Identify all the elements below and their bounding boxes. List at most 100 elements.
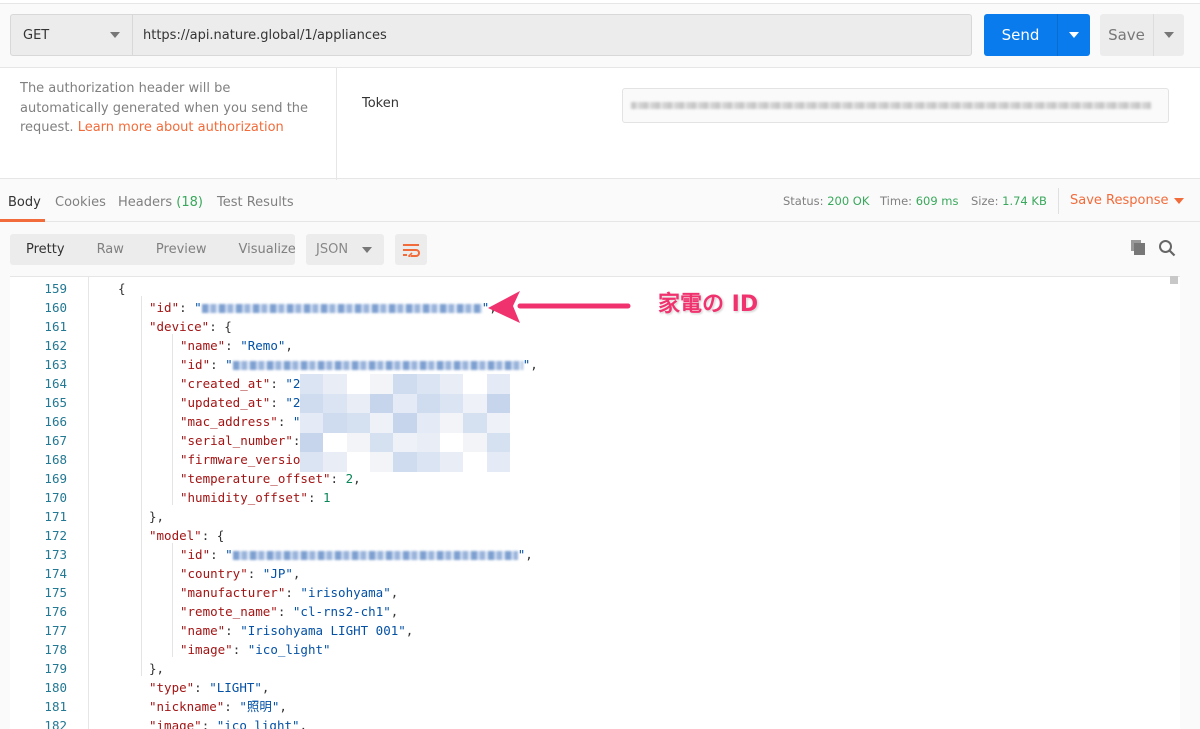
save-options-button[interactable] bbox=[1154, 14, 1184, 56]
json-punctuation: , bbox=[285, 338, 293, 353]
code-text: "device": { bbox=[149, 317, 232, 336]
format-pretty[interactable]: Pretty bbox=[10, 242, 81, 257]
tab-headers[interactable]: Headers (18) bbox=[118, 195, 203, 210]
format-preview[interactable]: Preview bbox=[140, 242, 223, 257]
code-line: 174 "country": "JP", bbox=[10, 564, 1170, 583]
send-button[interactable]: Send bbox=[984, 14, 1090, 56]
code-text: "created_at": "2 bbox=[180, 374, 300, 393]
json-punctuation: : bbox=[307, 490, 323, 505]
code-line: 169 "temperature_offset": 2, bbox=[10, 469, 1170, 488]
json-punctuation: { bbox=[118, 281, 126, 296]
code-text: "serial_number": bbox=[180, 431, 300, 450]
save-response-button[interactable]: Save Response bbox=[1070, 193, 1185, 208]
code-text: "name": "Remo", bbox=[180, 336, 293, 355]
request-tab-strip[interactable] bbox=[0, 0, 1200, 4]
tab-body[interactable]: Body bbox=[8, 195, 41, 210]
editor-actions bbox=[1130, 239, 1176, 257]
method-select[interactable]: GET bbox=[11, 15, 133, 55]
send-label[interactable]: Send bbox=[984, 14, 1058, 56]
json-string: "ico_light" bbox=[247, 642, 331, 657]
auth-description: The authorization header will be automat… bbox=[20, 79, 310, 138]
url-input[interactable]: https://api.nature.global/1/appliances bbox=[133, 15, 971, 55]
mosaic-cell bbox=[486, 432, 510, 453]
format-raw[interactable]: Raw bbox=[81, 242, 140, 257]
method-label: GET bbox=[23, 27, 50, 43]
json-string: " bbox=[194, 300, 202, 315]
mosaic-cell bbox=[323, 452, 347, 472]
mosaic-cell bbox=[323, 393, 347, 414]
json-string: " bbox=[225, 547, 233, 562]
mosaic-cell bbox=[486, 374, 510, 394]
code-text: }, bbox=[149, 659, 164, 678]
code-line: 176 "remote_name": "cl-rns2-ch1", bbox=[10, 602, 1170, 621]
json-key: "device" bbox=[149, 319, 210, 334]
json-key: "model" bbox=[149, 528, 202, 543]
json-punctuation: }, bbox=[149, 661, 165, 676]
chevron-down-icon bbox=[1174, 198, 1185, 204]
code-text: "humidity_offset": 1 bbox=[180, 488, 331, 507]
json-string: "LIGHT" bbox=[209, 680, 262, 695]
save-label[interactable]: Save bbox=[1100, 14, 1154, 56]
code-text: "image": "ico_light", bbox=[149, 716, 307, 729]
copy-icon[interactable] bbox=[1130, 239, 1146, 255]
size: Size: 1.74 KB bbox=[971, 194, 1047, 208]
json-key: "id" bbox=[149, 300, 180, 315]
mosaic-cell bbox=[463, 452, 487, 472]
json-key: "image" bbox=[149, 718, 202, 729]
wrap-lines-button[interactable] bbox=[395, 234, 427, 265]
redacted-value bbox=[232, 361, 523, 370]
tab-cookies[interactable]: Cookies bbox=[55, 195, 106, 210]
token-input[interactable] bbox=[622, 88, 1169, 123]
json-key: "country" bbox=[180, 566, 248, 581]
learn-more-link[interactable]: Learn more about authorization bbox=[78, 120, 284, 135]
mosaic-cell bbox=[463, 374, 487, 394]
scrollbar[interactable] bbox=[1170, 276, 1178, 284]
status: Status: 200 OK bbox=[783, 194, 869, 208]
code-text: "mac_address": " bbox=[180, 412, 300, 431]
chevron-down-icon bbox=[362, 246, 372, 253]
json-punctuation: : bbox=[224, 699, 240, 714]
mosaic-cell bbox=[346, 432, 370, 453]
json-punctuation: , bbox=[390, 585, 399, 600]
save-button[interactable]: Save bbox=[1100, 14, 1184, 56]
format-visualize[interactable]: Visualize bbox=[223, 242, 312, 257]
line-number: 182 bbox=[44, 718, 67, 729]
json-key: "firmware_versio bbox=[180, 452, 301, 467]
mosaic-cell bbox=[440, 393, 464, 414]
line-number: 175 bbox=[44, 585, 67, 600]
mosaic-cell bbox=[300, 413, 324, 433]
search-icon[interactable] bbox=[1158, 239, 1176, 257]
code-text: "model": { bbox=[149, 526, 224, 545]
arrow-icon bbox=[488, 291, 631, 323]
json-string: "2 bbox=[285, 376, 301, 391]
code-line: 165 "updated_at": "2 bbox=[10, 393, 1170, 412]
json-key: "serial_number" bbox=[180, 433, 293, 448]
code-text: "firmware_versio bbox=[180, 450, 300, 469]
json-key: "manufacturer" bbox=[180, 585, 286, 600]
language-select[interactable]: JSON bbox=[306, 234, 384, 265]
code-text: "remote_name": "cl-rns2-ch1", bbox=[180, 602, 398, 621]
language-label: JSON bbox=[316, 242, 349, 257]
request-bar: GET https://api.nature.global/1/applianc… bbox=[10, 14, 972, 56]
time-label: Time: bbox=[880, 194, 913, 208]
json-key: "id" bbox=[180, 357, 211, 372]
code-line: 163 "id": " ", bbox=[10, 355, 1170, 374]
send-options-button[interactable] bbox=[1058, 14, 1090, 56]
code-text: "id": "", bbox=[149, 298, 497, 317]
json-key: "humidity_offset" bbox=[180, 490, 308, 505]
code-line: 172 "model": { bbox=[10, 526, 1170, 545]
json-punctuation: : bbox=[277, 604, 293, 619]
json-punctuation: : bbox=[225, 623, 241, 638]
mosaic-cell bbox=[416, 432, 440, 453]
line-number: 163 bbox=[44, 357, 67, 372]
line-number: 176 bbox=[44, 604, 67, 619]
code-text: "country": "JP", bbox=[180, 564, 300, 583]
json-punctuation: : bbox=[277, 414, 293, 429]
mosaic-cell bbox=[346, 393, 370, 414]
response-body-editor[interactable]: 159{160"id": "",161"device": {162"name":… bbox=[10, 276, 1180, 729]
line-number: 173 bbox=[44, 547, 67, 562]
mosaic-cell bbox=[463, 432, 487, 453]
json-key: "mac_address" bbox=[180, 414, 278, 429]
tab-test-results[interactable]: Test Results bbox=[217, 195, 294, 210]
tab-headers-label: Headers bbox=[118, 195, 173, 210]
